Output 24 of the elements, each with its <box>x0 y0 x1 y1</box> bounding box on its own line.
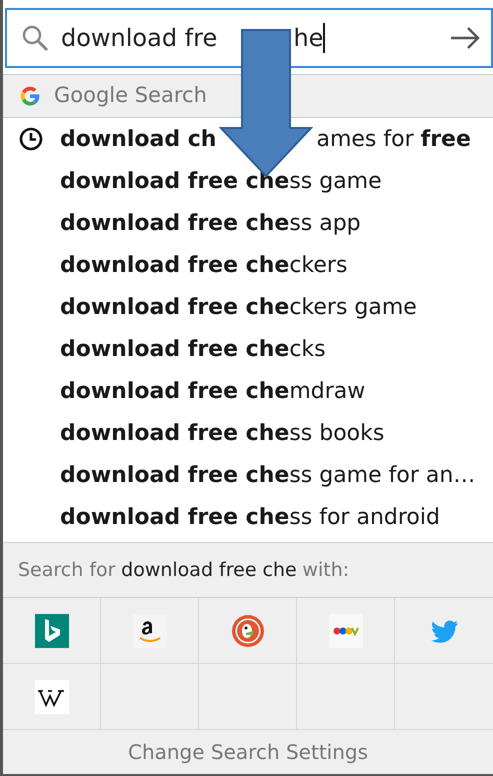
g-logo-icon <box>18 84 42 108</box>
suggestion-item[interactable]: download free checks <box>3 328 493 370</box>
suggestion-item[interactable]: download free chemdraw <box>3 370 493 412</box>
search-field[interactable]: download fre he <box>5 8 493 68</box>
engine-button[interactable] <box>199 598 297 664</box>
suggestion-item[interactable]: download free chess books <box>3 412 493 454</box>
w-logo-icon <box>34 680 68 714</box>
text-caret <box>323 23 326 53</box>
search-icon <box>21 24 49 52</box>
suggestion-item[interactable]: download free chess game for an… <box>3 454 493 496</box>
search-with-label: Search for download free che with: <box>3 542 493 598</box>
history-clock-icon <box>18 126 44 152</box>
suggestion-item[interactable]: download free chess for android <box>3 496 493 538</box>
suggestion-item[interactable]: download free checkers <box>3 244 493 286</box>
engine-button[interactable] <box>3 598 101 664</box>
suggestion-item[interactable]: download free checkers game <box>3 286 493 328</box>
suggestion-item[interactable]: download ch ames for free <box>3 118 493 160</box>
duck-logo-icon <box>230 614 264 648</box>
suggestion-item[interactable]: download free chess game <box>3 160 493 202</box>
b-logo-icon <box>34 614 68 648</box>
suggestion-item[interactable]: download free chess app <box>3 202 493 244</box>
go-arrow-icon[interactable] <box>449 26 481 50</box>
dots-logo-icon <box>328 614 362 648</box>
engine-header[interactable]: Google Search <box>3 74 493 118</box>
